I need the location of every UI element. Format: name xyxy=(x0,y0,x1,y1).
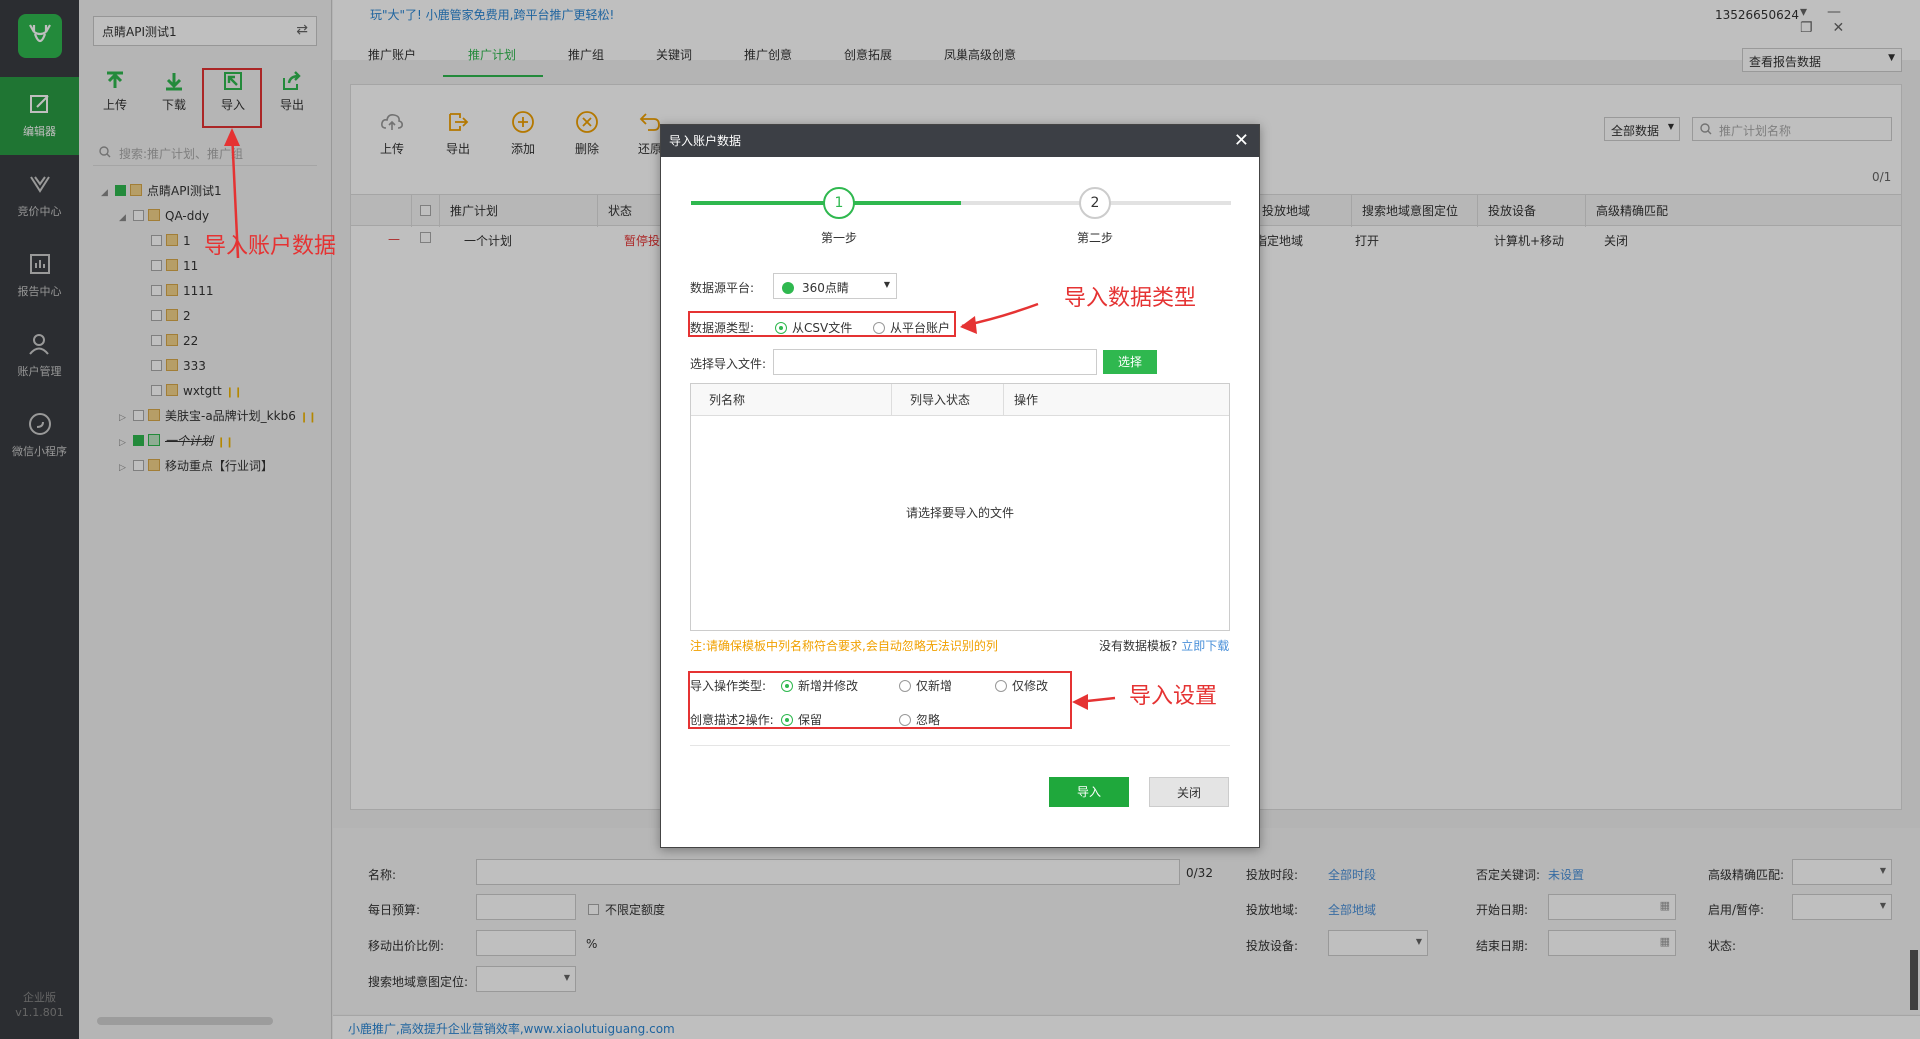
annotation-import-settings: 导入设置 xyxy=(1129,684,1218,709)
annotation-import-type: 导入数据类型 xyxy=(1064,286,1197,311)
annotation-arrows xyxy=(224,128,1116,710)
annotation-import-account: 导入账户数据 xyxy=(204,234,337,259)
